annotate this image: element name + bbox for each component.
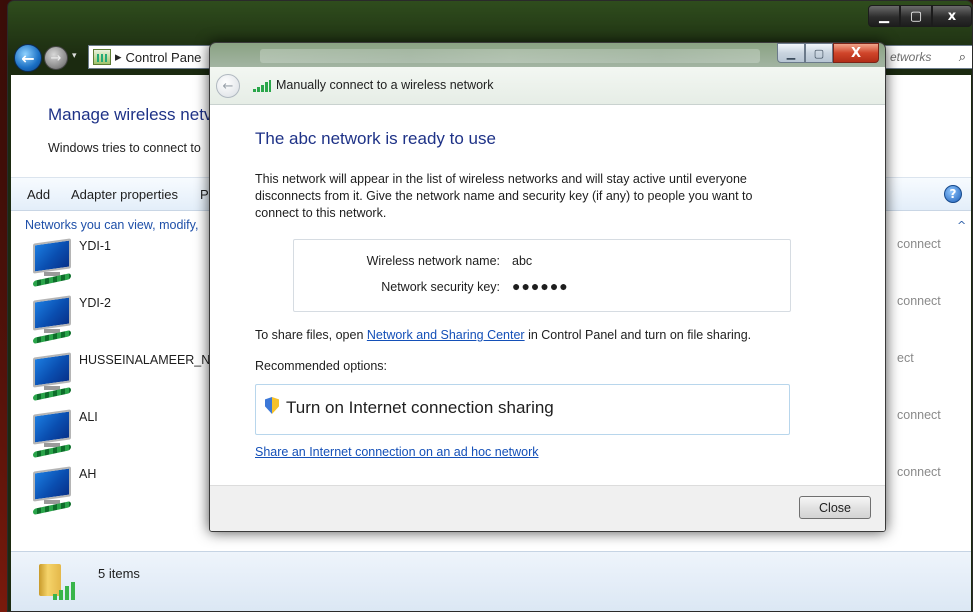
recommended-options-label: Recommended options: [255,359,388,373]
network-name: ALI [79,410,98,424]
network-name: YDI-2 [79,296,111,310]
adapter-properties-button[interactable]: Adapter properties [71,187,178,202]
control-panel-icon [93,49,111,65]
address-bar[interactable]: ▸ Control Pane [88,45,218,69]
network-name-value: abc [512,254,533,268]
dialog-maximize-button[interactable]: ▢ [805,43,833,63]
forward-arrow-icon[interactable]: → [44,46,68,70]
dialog-title-bar [260,49,760,63]
dialog-body: The abc network is ready to use This net… [210,105,885,485]
ics-option-button[interactable]: Turn on Internet connection sharing [255,384,790,435]
share-suffix: in Control Panel and turn on file sharin… [524,328,752,342]
minimize-button[interactable]: ▁ [868,5,900,27]
search-text: etworks [890,50,932,64]
ics-option-label: Turn on Internet connection sharing [286,398,554,417]
security-key-value: ●●●●●● [512,278,569,294]
dialog-window-controls: ▁ ▢ X [777,43,879,63]
status-bar: 5 items [11,551,971,611]
page-title: Manage wireless netv [48,105,213,124]
close-button[interactable]: Close [799,496,871,519]
network-name: YDI-1 [79,239,111,253]
network-name: AH [79,467,97,481]
network-sharing-center-link[interactable]: Network and Sharing Center [367,328,525,342]
maximize-button[interactable]: ▢ [900,5,932,27]
recent-pages-dropdown[interactable]: ▾ [72,51,77,61]
item-count: 5 items [98,566,140,581]
dialog-minimize-button[interactable]: ▁ [777,43,805,63]
wireless-network-icon [29,409,77,459]
network-action: connect [897,465,941,479]
breadcrumb-control-panel[interactable]: Control Pane [126,50,202,65]
security-key-label: Network security key: [381,280,500,294]
network-action: connect [897,408,941,422]
window-frame-controls: ▁ ▢ x [868,5,972,27]
search-input[interactable]: etworks ⌕ [883,45,972,69]
share-prefix: To share files, open [255,328,367,342]
wireless-network-icon [29,295,77,345]
dialog-header-title: Manually connect to a wireless network [276,78,494,92]
page-description: Windows tries to connect to [48,141,201,155]
wireless-network-icon [29,238,77,288]
share-files-text: To share files, open Network and Sharing… [255,328,751,342]
help-icon[interactable]: ? [944,185,962,203]
dialog-header: ← Manually connect to a wireless network [210,67,885,105]
wireless-network-icon [29,352,77,402]
network-action: connect [897,237,941,251]
wireless-network-icon [29,466,77,516]
networks-group-header: Networks you can view, modify, [25,218,199,232]
network-name-label: Wireless network name: [366,254,500,268]
network-action: ect [897,351,914,365]
wireless-signal-icon [253,80,271,92]
breadcrumb-separator[interactable]: ▸ [115,49,122,65]
dialog-heading: The abc network is ready to use [255,129,496,148]
search-icon[interactable]: ⌕ [959,49,966,65]
network-action: connect [897,294,941,308]
network-name: HUSSEINALAMEER_Ne [79,353,218,367]
dialog-close-x-button[interactable]: X [833,43,879,63]
add-button[interactable]: Add [27,187,50,202]
profile-types-button[interactable]: P [200,187,209,202]
manual-connect-dialog: ▁ ▢ X ← Manually connect to a wireless n… [209,42,886,532]
dialog-footer: Close [210,485,885,531]
dialog-description: This network will appear in the list of … [255,172,753,220]
collapse-icon[interactable]: ^ [957,219,966,232]
network-info-box: Wireless network name: abc Network secur… [293,239,791,312]
window-close-button[interactable]: x [932,5,972,27]
back-arrow-icon[interactable]: ← [216,74,240,98]
uac-shield-icon [265,397,279,414]
adhoc-share-link[interactable]: Share an Internet connection on an ad ho… [255,445,539,459]
back-arrow-icon[interactable]: ← [14,44,42,72]
wireless-folder-icon [39,564,79,602]
